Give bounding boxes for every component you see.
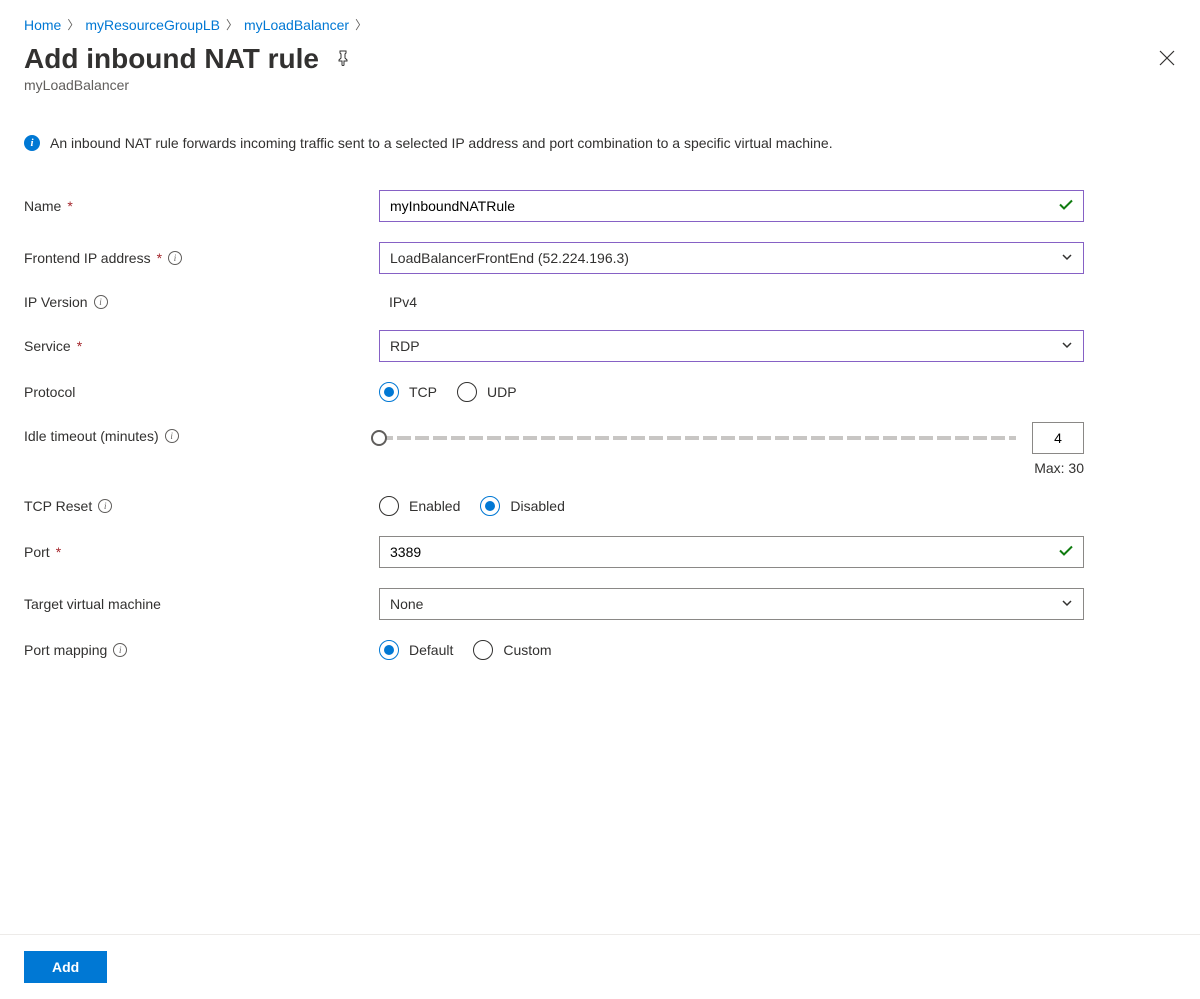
protocol-udp-radio[interactable]: UDP: [457, 382, 517, 402]
required-marker: *: [77, 338, 82, 354]
radio-unselected-icon: [457, 382, 477, 402]
frontend-ip-label: Frontend IP address: [24, 250, 151, 266]
frontend-ip-value: LoadBalancerFrontEnd (52.224.196.3): [390, 250, 629, 266]
name-label: Name: [24, 198, 61, 214]
breadcrumb-resource-group[interactable]: myResourceGroupLB: [85, 17, 220, 33]
breadcrumb-load-balancer[interactable]: myLoadBalancer: [244, 17, 349, 33]
help-icon[interactable]: i: [94, 295, 108, 309]
tcp-reset-enabled-label: Enabled: [409, 498, 460, 514]
breadcrumb: Home 〉 myResourceGroupLB 〉 myLoadBalance…: [24, 16, 1176, 33]
help-icon[interactable]: i: [168, 251, 182, 265]
add-button[interactable]: Add: [24, 951, 107, 983]
pin-icon[interactable]: [335, 50, 351, 69]
protocol-udp-label: UDP: [487, 384, 517, 400]
port-mapping-default-radio[interactable]: Default: [379, 640, 453, 660]
radio-selected-icon: [379, 640, 399, 660]
slider-thumb[interactable]: [371, 430, 387, 446]
help-icon[interactable]: i: [98, 499, 112, 513]
service-value: RDP: [390, 338, 420, 354]
service-label: Service: [24, 338, 71, 354]
target-vm-select[interactable]: None: [379, 588, 1084, 620]
tcp-reset-enabled-radio[interactable]: Enabled: [379, 496, 460, 516]
name-input[interactable]: [379, 190, 1084, 222]
port-mapping-custom-label: Custom: [503, 642, 551, 658]
port-mapping-default-label: Default: [409, 642, 453, 658]
idle-timeout-label: Idle timeout (minutes): [24, 428, 159, 444]
chevron-right-icon: 〉: [226, 16, 238, 33]
protocol-tcp-radio[interactable]: TCP: [379, 382, 437, 402]
ip-version-label: IP Version: [24, 294, 88, 310]
chevron-right-icon: 〉: [355, 16, 367, 33]
help-icon[interactable]: i: [113, 643, 127, 657]
idle-timeout-input[interactable]: [1032, 422, 1084, 454]
service-select[interactable]: RDP: [379, 330, 1084, 362]
target-vm-value: None: [390, 596, 423, 612]
radio-selected-icon: [480, 496, 500, 516]
tcp-reset-disabled-label: Disabled: [510, 498, 564, 514]
breadcrumb-home[interactable]: Home: [24, 17, 61, 33]
page-title: Add inbound NAT rule: [24, 43, 319, 75]
close-icon[interactable]: [1158, 49, 1176, 70]
protocol-tcp-label: TCP: [409, 384, 437, 400]
tcp-reset-label: TCP Reset: [24, 498, 92, 514]
chevron-right-icon: 〉: [67, 16, 79, 33]
port-input[interactable]: [379, 536, 1084, 568]
info-banner: i An inbound NAT rule forwards incoming …: [24, 133, 1064, 154]
footer: Add: [0, 934, 1200, 999]
chevron-down-icon: [1061, 596, 1073, 612]
radio-selected-icon: [379, 382, 399, 402]
port-label: Port: [24, 544, 50, 560]
idle-timeout-slider[interactable]: [379, 436, 1016, 440]
required-marker: *: [67, 198, 72, 214]
ip-version-value: IPv4: [379, 294, 427, 310]
chevron-down-icon: [1061, 338, 1073, 354]
idle-timeout-max: Max: 30: [379, 460, 1084, 476]
page-subtitle: myLoadBalancer: [24, 77, 1176, 93]
required-marker: *: [56, 544, 61, 560]
chevron-down-icon: [1061, 250, 1073, 266]
info-icon: i: [24, 135, 40, 151]
help-icon[interactable]: i: [165, 429, 179, 443]
info-text: An inbound NAT rule forwards incoming tr…: [50, 133, 833, 154]
protocol-label: Protocol: [24, 384, 75, 400]
radio-unselected-icon: [473, 640, 493, 660]
target-vm-label: Target virtual machine: [24, 596, 161, 612]
frontend-ip-select[interactable]: LoadBalancerFrontEnd (52.224.196.3): [379, 242, 1084, 274]
tcp-reset-disabled-radio[interactable]: Disabled: [480, 496, 564, 516]
port-mapping-custom-radio[interactable]: Custom: [473, 640, 551, 660]
radio-unselected-icon: [379, 496, 399, 516]
required-marker: *: [157, 250, 162, 266]
port-mapping-label: Port mapping: [24, 642, 107, 658]
